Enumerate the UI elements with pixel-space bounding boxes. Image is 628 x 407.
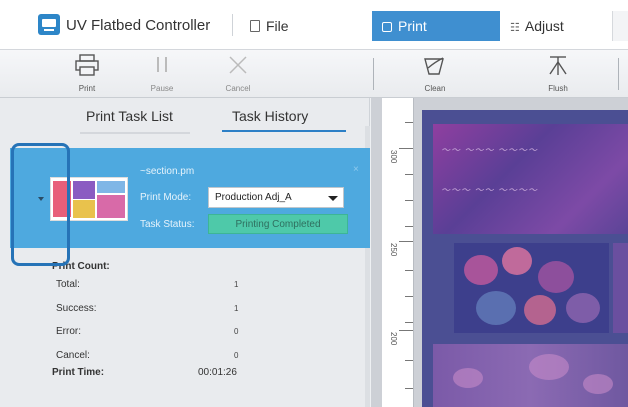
toolbar: Print Pause Cancel Clean Flush (0, 50, 628, 98)
cancel-x-icon (229, 56, 247, 74)
ruler-tick (405, 174, 413, 175)
menu-adjust-label: Adjust (524, 18, 564, 34)
ruler-label: 300 (389, 150, 398, 164)
menu-file[interactable]: File (250, 18, 289, 34)
print-mode-value: Production Adj_A (215, 192, 292, 203)
ruler-tick (405, 270, 413, 271)
print-menu-icon (382, 22, 392, 32)
print-time-value: 00:01:26 (198, 367, 237, 378)
stat-row-total: Total: 1 (56, 279, 246, 293)
active-tab-indicator (222, 130, 346, 132)
print-preview[interactable]: 300 250 200 ～～ ～～～ ～～～～ ～～～ ～～ ～～～～ (371, 98, 628, 407)
printer-icon (75, 54, 99, 76)
ruler-tick (405, 226, 413, 227)
flush-icon (549, 56, 567, 75)
stat-value: 1 (234, 304, 239, 313)
preview-image-flowers (454, 243, 609, 333)
panel-tabs: Print Task List Task History (0, 98, 370, 138)
stat-label: Cancel: (56, 350, 90, 361)
ruler-tick (405, 296, 413, 297)
preview-image-edge (613, 243, 628, 333)
ruler-tick (405, 322, 413, 323)
menu-print[interactable]: Print (372, 11, 500, 41)
print-button[interactable]: Print (57, 50, 117, 98)
menu-adjust[interactable]: ☷ Adjust (510, 18, 564, 34)
print-time-row: Print Time: 00:01:26 (52, 367, 252, 381)
stat-value: 0 (234, 327, 239, 336)
ruler-tick (399, 148, 413, 149)
preview-image-banner (433, 124, 628, 234)
menu-file-label: File (266, 18, 289, 34)
ruler-label: 200 (389, 332, 398, 346)
app-title: UV Flatbed Controller (66, 17, 211, 34)
ruler-label: 250 (389, 243, 398, 257)
ruler-tick (405, 388, 413, 389)
pause-icon (157, 57, 167, 72)
app-window: UV Flatbed Controller File Print ☷ Adjust… (0, 0, 628, 407)
print-mode-select[interactable]: Production Adj_A (208, 187, 344, 208)
stat-label: Error: (56, 326, 81, 337)
title-separator (232, 14, 233, 36)
ruler-tick (399, 330, 413, 331)
stat-row-error: Error: 0 (56, 326, 246, 340)
tab-task-history[interactable]: Task History (232, 108, 308, 124)
stat-value: 1 (234, 280, 239, 289)
app-logo-icon (38, 14, 60, 35)
pause-button[interactable]: Pause (132, 50, 192, 98)
tab-underline (80, 132, 190, 134)
stat-row-cancel: Cancel: 0 (56, 350, 246, 364)
menu-print-label: Print (398, 18, 427, 34)
ruler-tick (405, 200, 413, 201)
cancel-button-label: Cancel (225, 84, 251, 93)
vertical-ruler: 300 250 200 (382, 98, 414, 407)
flush-button-label: Flush (548, 84, 568, 93)
preview-image-bottom (433, 344, 628, 407)
task-file-name: ~section.pm (140, 166, 195, 177)
print-statistics: Print Count: Total: 1 Success: 1 Error: … (0, 248, 365, 407)
pause-button-label: Pause (150, 84, 174, 93)
clean-icon (424, 57, 444, 75)
banner-decoration: ～～～ ～～ ～～～～ (441, 185, 539, 195)
title-bar: UV Flatbed Controller File Print ☷ Adjust (0, 0, 628, 50)
chevron-down-icon (328, 196, 338, 201)
remove-task-icon[interactable]: × (353, 164, 359, 175)
tab-print-task-list[interactable]: Print Task List (86, 108, 173, 124)
ruler-tick (399, 241, 413, 242)
clean-button[interactable]: Clean (405, 50, 465, 98)
stat-row-success: Success: 1 (56, 303, 246, 317)
stat-label: Total: (56, 279, 80, 290)
task-status-label: Task Status: (140, 219, 195, 230)
stat-value: 0 (234, 351, 239, 360)
task-status-badge: Printing Completed (208, 214, 348, 234)
flush-button[interactable]: Flush (528, 50, 588, 98)
print-mode-label: Print Mode: (140, 192, 192, 203)
clean-button-label: Clean (424, 84, 446, 93)
cancel-button[interactable]: Cancel (208, 50, 268, 98)
ruler-tick (405, 122, 413, 123)
toolbar-separator (373, 58, 374, 90)
print-button-label: Print (78, 84, 96, 93)
menu-overflow[interactable] (612, 11, 628, 41)
annotation-highlight (11, 143, 70, 266)
file-icon (250, 20, 260, 32)
adjust-icon: ☷ (510, 22, 520, 34)
banner-decoration: ～～ ～～～ ～～～～ (441, 145, 539, 155)
toolbar-separator (618, 58, 619, 90)
ruler-tick (405, 360, 413, 361)
stat-label: Success: (56, 303, 97, 314)
print-time-label: Print Time: (52, 367, 105, 378)
